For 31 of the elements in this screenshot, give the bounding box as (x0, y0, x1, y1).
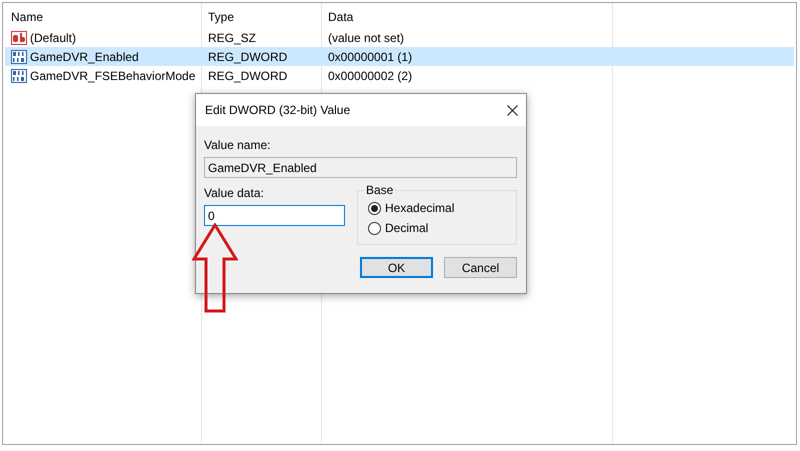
value-name-field[interactable]: GameDVR_Enabled (204, 157, 517, 178)
radio-button[interactable] (368, 202, 381, 214)
dialog-title: Edit DWORD (32-bit) Value (205, 102, 350, 119)
value-type: REG_DWORD (207, 48, 288, 66)
binary-value-icon (11, 50, 27, 64)
value-type: REG_SZ (207, 30, 258, 46)
radio-button[interactable] (368, 222, 381, 234)
ok-button[interactable]: OK (360, 257, 433, 278)
group-label: Base (365, 184, 394, 196)
value-name: GameDVR_Enabled (30, 48, 139, 66)
string-value-icon (11, 30, 27, 44)
table-row[interactable]: GameDVR_FSEBehaviorMode REG_DWORD 0x00000002 (2) (5, 66, 794, 85)
column-header[interactable]: Data (321, 8, 612, 26)
value-name: (Default) (30, 30, 76, 46)
close-icon[interactable] (507, 104, 518, 116)
field-label: Value name: (204, 137, 272, 154)
column-header[interactable]: Name (5, 8, 201, 26)
column-header[interactable]: Type (201, 8, 321, 26)
table-row[interactable]: GameDVR_Enabled REG_DWORD 0x00000001 (1) (5, 47, 794, 66)
field-label: Value data: (204, 185, 265, 202)
radio-option[interactable]: Decimal (368, 218, 508, 238)
value-data: 0x00000002 (2) (327, 68, 414, 84)
value-data: 0x00000001 (1) (327, 48, 414, 66)
value-data: (value not set) (327, 30, 406, 46)
value-type: REG_DWORD (207, 68, 288, 84)
radio-option[interactable]: Hexadecimal (368, 198, 508, 218)
cancel-button[interactable]: Cancel (444, 257, 517, 278)
value-name: GameDVR_FSEBehaviorMode (30, 68, 196, 84)
binary-value-icon (11, 68, 27, 82)
table-row[interactable]: (Default) REG_SZ (value not set) (5, 28, 794, 47)
value-data-field[interactable]: 0 (204, 205, 345, 226)
